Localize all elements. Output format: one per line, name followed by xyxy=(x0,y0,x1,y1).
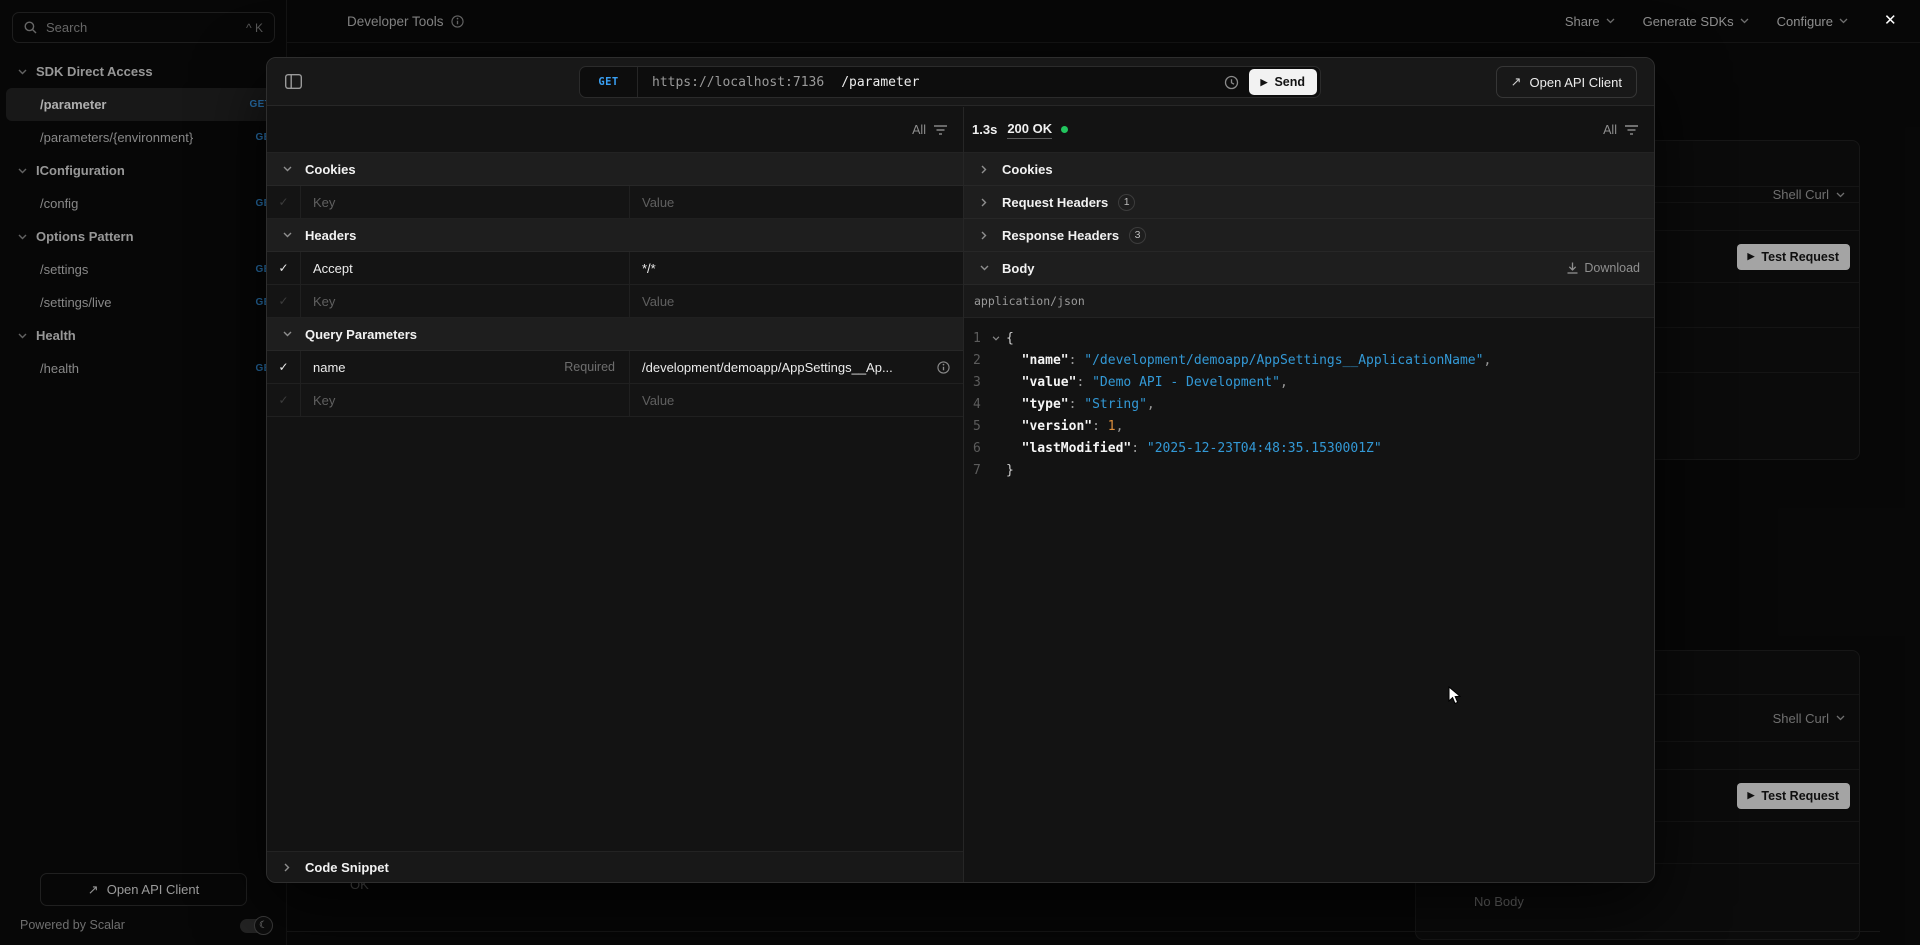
fold-chevron-icon[interactable] xyxy=(986,336,1006,341)
cookie-empty-row: ✓ Key Value xyxy=(267,186,963,219)
response-duration: 1.3s xyxy=(972,122,997,137)
response-filter[interactable]: All xyxy=(1603,123,1638,137)
download-icon xyxy=(1567,262,1578,274)
method-badge[interactable]: GET xyxy=(580,67,638,97)
count-badge: 3 xyxy=(1129,227,1146,244)
download-button[interactable]: Download xyxy=(1567,261,1654,275)
mouse-cursor xyxy=(1448,686,1461,705)
response-status[interactable]: 200 OK xyxy=(1007,121,1052,139)
value-input[interactable]: Value xyxy=(630,285,963,317)
section-response-headers[interactable]: Response Headers 3 xyxy=(964,219,1654,252)
response-panel: 1.3s 200 OK All Cookies Request Headers … xyxy=(964,107,1654,882)
open-api-client-button[interactable]: ↗ Open API Client xyxy=(1496,66,1637,98)
chevron-down-icon xyxy=(980,265,989,271)
query-param-empty-row: ✓ Key Value xyxy=(267,384,963,417)
content-type-label: application/json xyxy=(964,285,1654,318)
key-input[interactable]: Key xyxy=(301,384,630,416)
key-input[interactable]: Key xyxy=(301,285,630,317)
row-checkbox[interactable]: ✓ xyxy=(267,351,301,383)
info-icon[interactable] xyxy=(937,361,963,374)
response-body-code[interactable]: 1 { 2 "name": "/development/demoapp/AppS… xyxy=(964,318,1654,882)
code-line: 1 { xyxy=(964,327,1654,349)
code-line: 6 "lastModified": "2025-12-23T04:48:35.1… xyxy=(964,437,1654,459)
section-code-snippet[interactable]: Code Snippet xyxy=(267,851,963,882)
developer-tools-modal: GET https://localhost:7136 /parameter ▶ … xyxy=(266,57,1655,883)
chevron-right-icon xyxy=(981,165,987,174)
code-line: 4 "type": "String", xyxy=(964,393,1654,415)
code-line: 2 "name": "/development/demoapp/AppSetti… xyxy=(964,349,1654,371)
request-filter[interactable]: All xyxy=(912,123,947,137)
filter-icon xyxy=(934,125,947,135)
close-icon[interactable]: ✕ xyxy=(1884,13,1897,28)
chevron-down-icon xyxy=(283,331,292,337)
code-line: 7 } xyxy=(964,459,1654,481)
request-panel: All Cookies ✓ Key Value Headers xyxy=(267,107,964,882)
address-bar[interactable]: GET https://localhost:7136 /parameter ▶ … xyxy=(579,66,1321,98)
section-request-headers[interactable]: Request Headers 1 xyxy=(964,186,1654,219)
base-url[interactable]: https://localhost:7136 xyxy=(652,75,824,90)
value-input[interactable]: Value xyxy=(630,186,963,218)
section-cookies[interactable]: Cookies xyxy=(267,153,963,186)
row-checkbox[interactable]: ✓ xyxy=(267,186,301,218)
key-input[interactable]: name Required xyxy=(301,351,630,383)
count-badge: 1 xyxy=(1118,194,1135,211)
code-line: 3 "value": "Demo API - Development", xyxy=(964,371,1654,393)
row-checkbox[interactable]: ✓ xyxy=(267,384,301,416)
section-headers[interactable]: Headers xyxy=(267,219,963,252)
history-icon[interactable] xyxy=(1224,75,1239,90)
section-body[interactable]: Body Download xyxy=(964,252,1654,285)
value-input[interactable]: /development/demoapp/AppSettings__Ap... xyxy=(630,351,963,383)
code-line: 5 "version": 1, xyxy=(964,415,1654,437)
header-row-accept: ✓ Accept */* xyxy=(267,252,963,285)
section-response-cookies[interactable]: Cookies xyxy=(964,153,1654,186)
chevron-down-icon xyxy=(283,166,292,172)
key-input[interactable]: Accept xyxy=(301,252,630,284)
play-icon: ▶ xyxy=(1261,77,1268,88)
value-input[interactable]: */* xyxy=(630,252,963,284)
modal-top-bar: GET https://localhost:7136 /parameter ▶ … xyxy=(267,58,1654,106)
query-param-row-name: ✓ name Required /development/demoapp/App… xyxy=(267,351,963,384)
status-dot xyxy=(1061,126,1068,133)
row-checkbox[interactable]: ✓ xyxy=(267,252,301,284)
chevron-right-icon xyxy=(981,231,987,240)
row-checkbox[interactable]: ✓ xyxy=(267,285,301,317)
value-input[interactable]: Value xyxy=(630,384,963,416)
external-link-icon: ↗ xyxy=(1511,74,1522,90)
filter-icon xyxy=(1625,125,1638,135)
chevron-down-icon xyxy=(283,232,292,238)
required-badge: Required xyxy=(564,360,629,374)
chevron-right-icon xyxy=(284,863,290,872)
send-button[interactable]: ▶ Send xyxy=(1249,69,1317,95)
sidebar-toggle-icon[interactable] xyxy=(285,74,302,89)
chevron-right-icon xyxy=(981,198,987,207)
key-input[interactable]: Key xyxy=(301,186,630,218)
section-query-parameters[interactable]: Query Parameters xyxy=(267,318,963,351)
request-path[interactable]: /parameter xyxy=(841,75,919,90)
header-empty-row: ✓ Key Value xyxy=(267,285,963,318)
page: Search ^ K SDK Direct Access /parameter … xyxy=(0,0,1920,945)
